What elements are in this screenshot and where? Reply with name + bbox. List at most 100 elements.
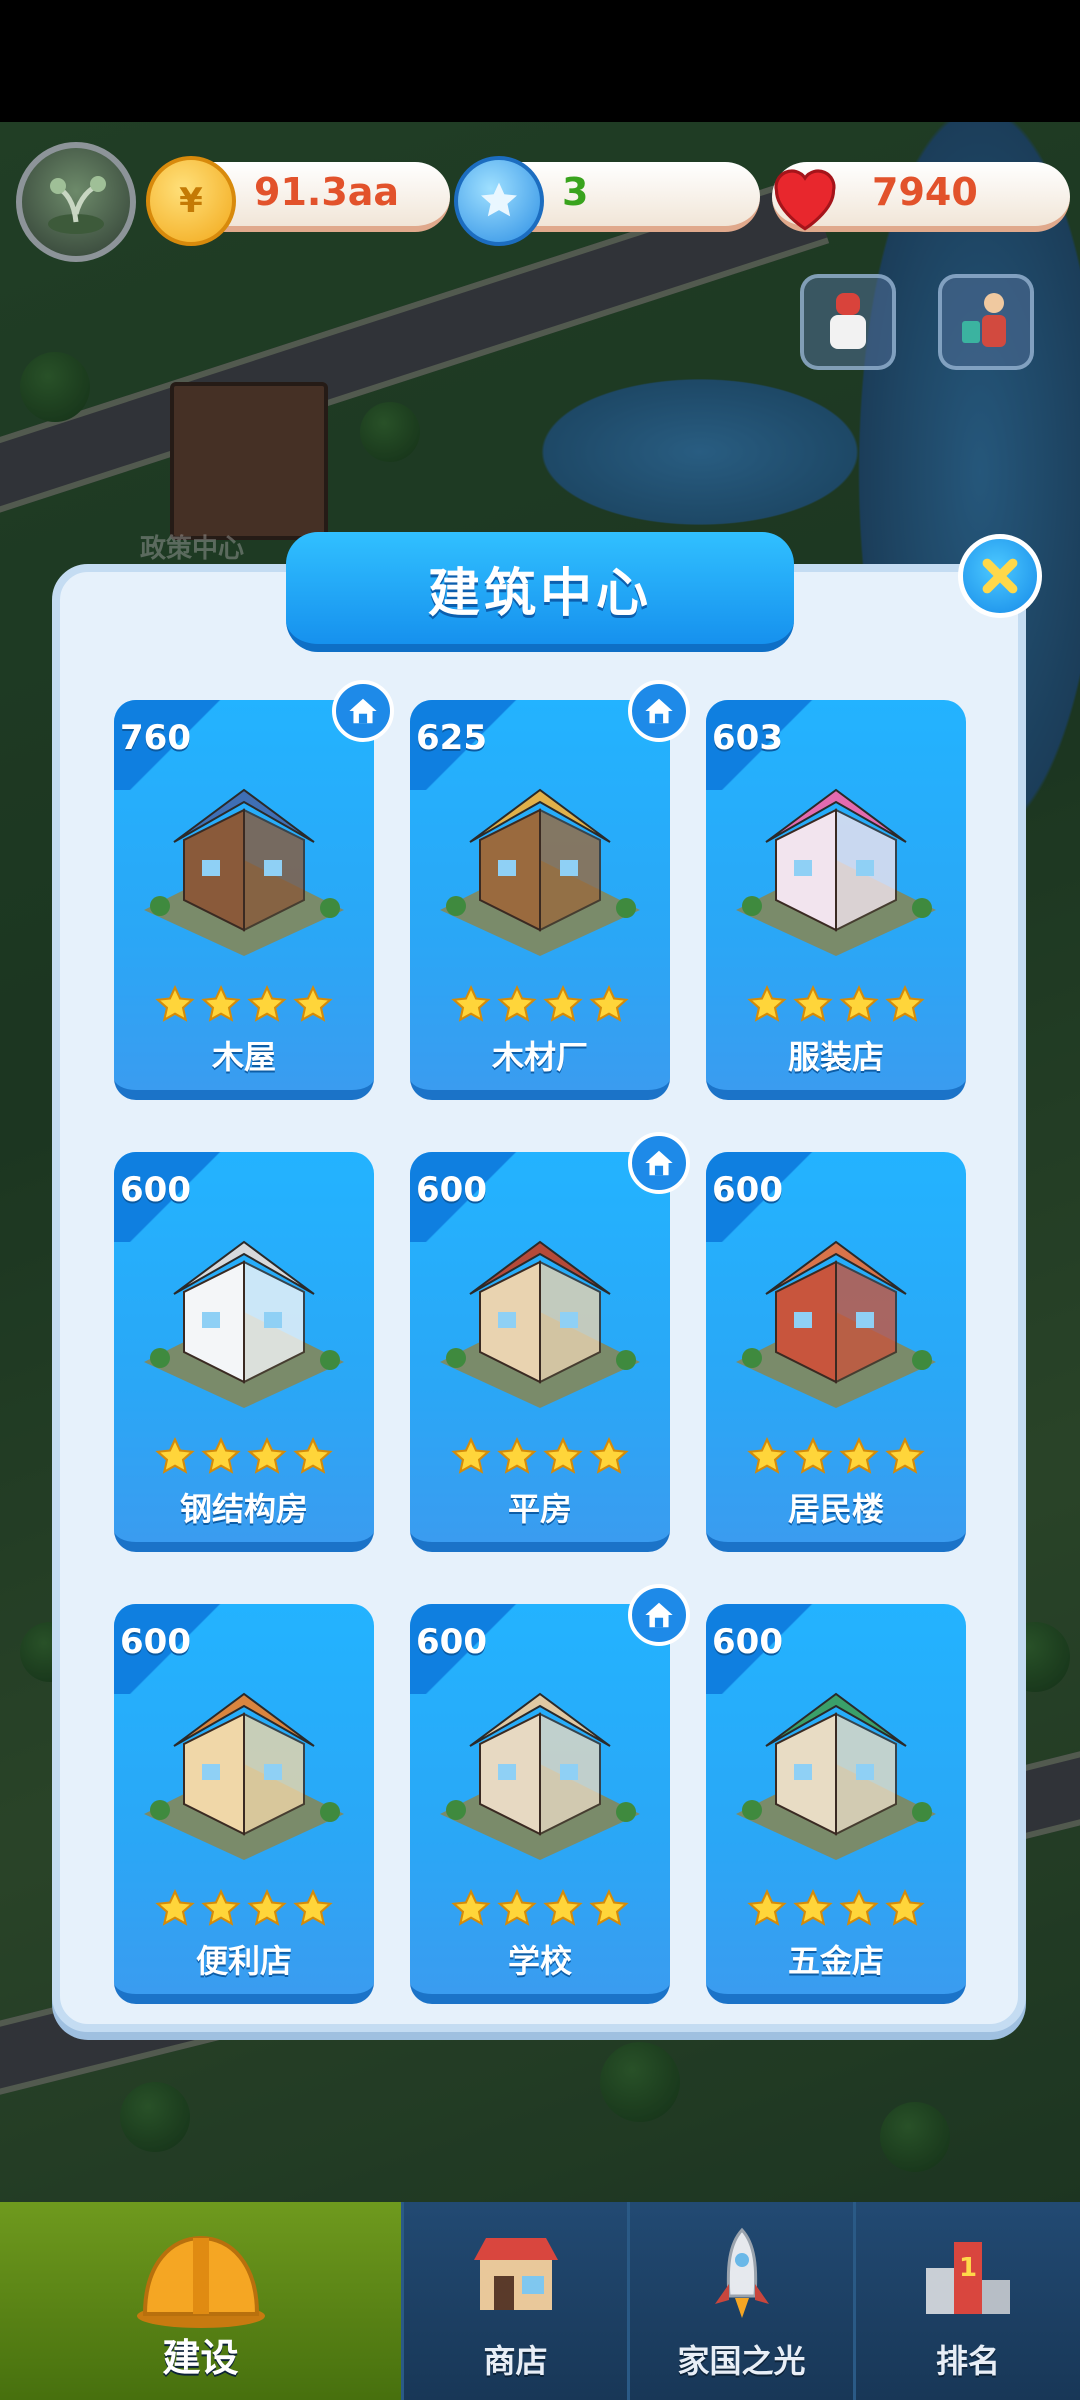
star-icon [293, 1888, 333, 1926]
worker-icon [962, 293, 1006, 347]
star-rating [450, 984, 630, 1028]
building-card[interactable]: 760 木屋 [114, 680, 394, 1100]
building-name: 服装店 [787, 1038, 884, 1076]
stars-counter[interactable]: 3 [454, 156, 760, 246]
building-illustration [124, 1212, 364, 1412]
building-cost: 600 [416, 1170, 487, 1210]
building-name: 钢结构房 [179, 1490, 308, 1528]
coin-icon: ¥ [146, 156, 236, 246]
building-illustration [716, 760, 956, 960]
star-icon [589, 984, 629, 1022]
player-avatar[interactable] [16, 142, 136, 262]
panel-title-banner: 建筑中心 [286, 532, 794, 652]
home-icon [628, 1584, 690, 1646]
star-icon [247, 1888, 287, 1926]
star-rating [746, 1888, 926, 1932]
star-icon [885, 1436, 925, 1474]
star-icon [885, 984, 925, 1022]
status-bar [0, 0, 1080, 122]
star-icon [293, 1436, 333, 1474]
star-icon [747, 1888, 787, 1926]
stars-value: 3 [562, 170, 589, 214]
building-name: 居民楼 [787, 1490, 884, 1528]
star-icon [543, 1436, 583, 1474]
tab-build-label: 建设 [162, 2336, 239, 2380]
star-icon [839, 984, 879, 1022]
building-card[interactable]: 603 服装店 [706, 700, 966, 1100]
star-icon [497, 1436, 537, 1474]
building-name: 学校 [507, 1942, 572, 1980]
star-icon [247, 984, 287, 1022]
building-cost: 760 [120, 718, 191, 758]
building-card[interactable]: 600 学校 [410, 1584, 690, 2004]
tab-shop[interactable]: 商店 [404, 2202, 630, 2400]
building-illustration [420, 1664, 660, 1864]
star-icon [793, 1888, 833, 1926]
building-cost: 603 [712, 718, 783, 758]
building-name: 木屋 [211, 1038, 276, 1076]
hearts-value: 7940 [872, 170, 978, 214]
svg-text:1: 1 [959, 2253, 977, 2283]
ranking-icon: 1 [926, 2242, 1010, 2314]
coins-value: 91.3aa [254, 170, 400, 214]
tab-build[interactable]: 建设 [0, 2202, 404, 2400]
character-icon [830, 293, 866, 349]
building-illustration [420, 1212, 660, 1412]
star-rating [154, 1436, 334, 1480]
heart-icon [764, 156, 846, 238]
building-card[interactable]: 600 居民楼 [706, 1152, 966, 1552]
building-cost: 600 [712, 1170, 783, 1210]
star-icon [839, 1888, 879, 1926]
task-button[interactable] [938, 274, 1034, 370]
shop-icon [473, 2238, 558, 2310]
coins-counter[interactable]: ¥ 91.3aa [146, 156, 450, 246]
star-rating [450, 1888, 630, 1932]
building-card[interactable]: 600 五金店 [706, 1604, 966, 2004]
star-icon [793, 1436, 833, 1474]
star-icon [155, 1436, 195, 1474]
rocket-icon [714, 2227, 769, 2318]
star-icon [747, 984, 787, 1022]
hearts-counter[interactable]: 7940 [772, 162, 1070, 232]
building-card[interactable]: 600 便利店 [114, 1604, 374, 2004]
hard-hat-icon [136, 2235, 265, 2328]
home-icon [628, 680, 690, 742]
star-icon [793, 984, 833, 1022]
star-rating [450, 1436, 630, 1480]
star-rating [154, 1888, 334, 1932]
tab-shop-label: 商店 [483, 2342, 548, 2380]
star-icon [201, 1436, 241, 1474]
star-icon [451, 1436, 491, 1474]
star-rating [746, 1436, 926, 1480]
building-name: 木材厂 [491, 1038, 588, 1076]
tab-national-glory[interactable]: 家国之光 [630, 2202, 856, 2400]
building-card[interactable]: 625 木材厂 [410, 680, 690, 1100]
star-icon [497, 1888, 537, 1926]
building-cost: 600 [712, 1622, 783, 1662]
building-cost: 600 [120, 1622, 191, 1662]
home-icon [332, 680, 394, 742]
building-card[interactable]: 600 钢结构房 [114, 1152, 374, 1552]
star-icon [247, 1436, 287, 1474]
star-icon [747, 1436, 787, 1474]
building-card[interactable]: 600 平房 [410, 1132, 690, 1552]
star-rating [154, 984, 334, 1028]
building-illustration [716, 1664, 956, 1864]
star-icon [155, 1888, 195, 1926]
tab-ranking[interactable]: 1 排名 [856, 2202, 1080, 2400]
star-icon [885, 1888, 925, 1926]
building-name: 五金店 [787, 1942, 884, 1980]
star-icon [839, 1436, 879, 1474]
building-cost: 600 [416, 1622, 487, 1662]
blue-star-icon [454, 156, 544, 246]
close-button[interactable] [958, 534, 1042, 618]
star-icon [543, 984, 583, 1022]
building-illustration [420, 760, 660, 960]
star-icon [201, 984, 241, 1022]
star-icon [589, 1436, 629, 1474]
event-button[interactable] [800, 274, 896, 370]
bottom-nav: 建设 商店 家国之光 1 排名 [0, 2202, 1080, 2400]
building-cost: 625 [416, 718, 487, 758]
building-illustration [124, 760, 364, 960]
building-cost: 600 [120, 1170, 191, 1210]
